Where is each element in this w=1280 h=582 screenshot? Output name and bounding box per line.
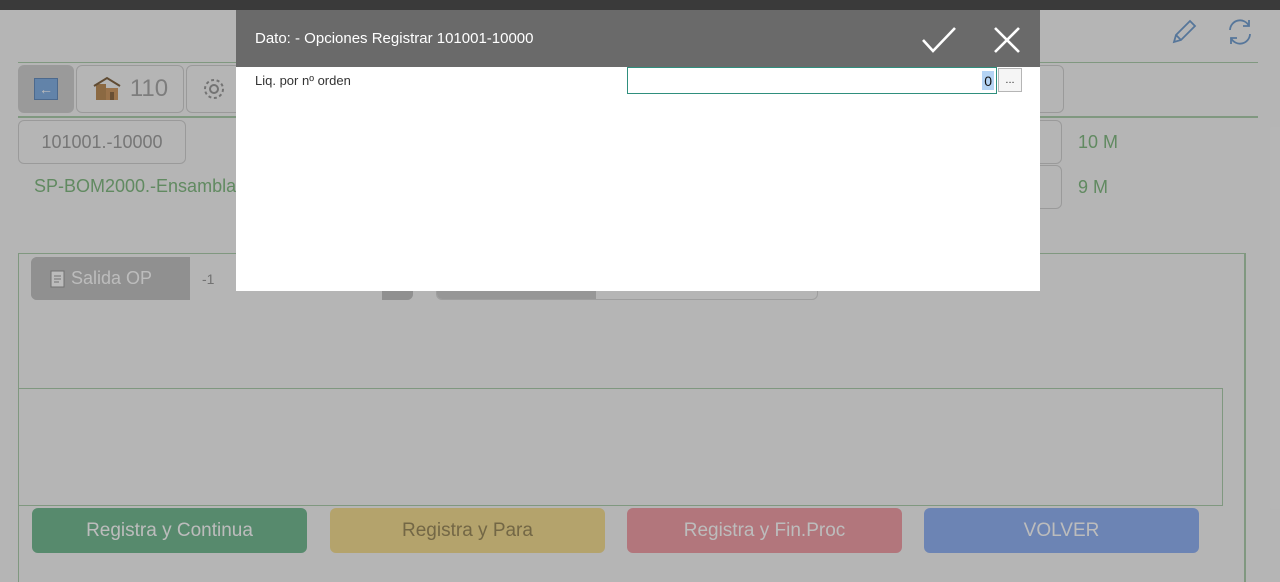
dialog-header: Dato: - Opciones Registrar 101001-10000 [236, 10, 1040, 67]
options-dialog: Dato: - Opciones Registrar 101001-10000 … [236, 10, 1040, 291]
dialog-title: Dato: - Opciones Registrar 101001-10000 [255, 30, 534, 47]
close-icon[interactable] [991, 24, 1023, 56]
ellipsis-button[interactable]: ... [998, 68, 1022, 92]
checkmark-icon[interactable] [920, 24, 958, 56]
order-liquidation-input[interactable] [627, 67, 997, 94]
window-top-bar [0, 0, 1280, 10]
field-label: Liq. por nº orden [255, 73, 351, 88]
